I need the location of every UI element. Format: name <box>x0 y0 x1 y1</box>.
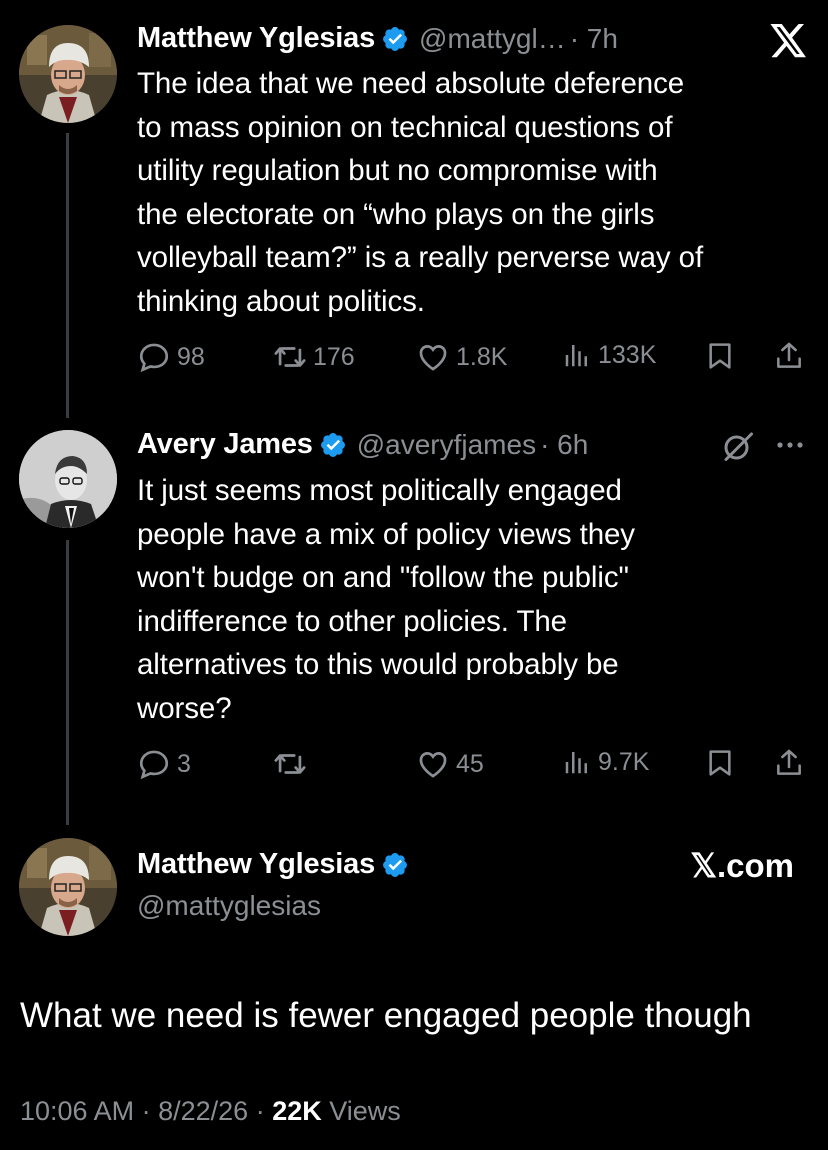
thread-line <box>66 133 69 418</box>
reply-count: 98 <box>177 342 205 371</box>
bookmark-button[interactable] <box>704 747 742 779</box>
reply-icon <box>137 340 171 374</box>
tweet-meta: 10:06 AM · 8/22/26 · 22K Views <box>20 1096 401 1127</box>
repost-count: 176 <box>313 342 355 371</box>
reply-button[interactable]: 98 <box>137 340 205 374</box>
repost-icon <box>273 747 307 781</box>
reply-icon <box>137 747 171 781</box>
share-icon <box>773 747 805 779</box>
tweet-text: It just seems most politically engaged p… <box>137 474 635 725</box>
author-name[interactable]: Matthew Yglesias <box>137 22 375 55</box>
verified-badge-icon <box>381 851 409 879</box>
tweet-timestamp[interactable]: 10:06 AM <box>20 1096 134 1126</box>
tweet-2-header: Avery James @averyfjames · 6h <box>137 428 588 461</box>
tweet-2-actions: 3 45 9.7K <box>137 747 817 787</box>
like-count: 1.8K <box>456 342 508 371</box>
like-button[interactable]: 1.8K <box>416 340 507 374</box>
thread-line <box>66 540 69 825</box>
tweet-time[interactable]: · 6h <box>540 429 588 461</box>
verified-badge-icon <box>381 25 409 53</box>
reply-count: 3 <box>177 749 191 778</box>
views-count: 9.7K <box>598 747 650 776</box>
avatar-matthew-yglesias[interactable] <box>19 25 117 123</box>
like-button[interactable]: 45 <box>416 747 484 781</box>
repost-icon <box>273 340 307 374</box>
reply-button[interactable]: 3 <box>137 747 191 781</box>
source-label: 𝕏.com <box>690 847 794 884</box>
separator: · <box>141 1096 159 1126</box>
avatar-matthew-yglesias[interactable] <box>19 838 117 936</box>
author-handle[interactable]: @mattygl… <box>419 23 566 55</box>
repost-button[interactable] <box>273 747 313 781</box>
share-button[interactable] <box>773 340 811 372</box>
views-count: 22K <box>272 1096 322 1126</box>
views-label: Views <box>329 1096 401 1126</box>
avatar-avery-james[interactable] <box>19 430 117 528</box>
share-icon <box>773 340 805 372</box>
repost-button[interactable]: 176 <box>273 340 355 374</box>
author-name[interactable]: Avery James <box>137 428 313 461</box>
verified-badge-icon <box>319 431 347 459</box>
like-count: 45 <box>456 749 484 778</box>
views-chart-icon <box>562 340 592 370</box>
heart-icon <box>416 747 450 781</box>
x-logo-icon[interactable] <box>770 24 808 63</box>
tweet-date[interactable]: 8/22/26 <box>158 1096 248 1126</box>
grok-icon[interactable] <box>720 428 756 469</box>
separator: · <box>255 1096 273 1126</box>
bookmark-icon <box>704 340 736 372</box>
author-handle[interactable]: @mattyglesias <box>137 890 321 922</box>
tweet-time[interactable]: · 7h <box>570 23 618 55</box>
heart-icon <box>416 340 450 374</box>
bookmark-icon <box>704 747 736 779</box>
main-tweet-text: What we need is fewer engaged people tho… <box>20 996 752 1035</box>
tweet-1-header: Matthew Yglesias @mattygl… · 7h <box>137 22 618 55</box>
more-icon[interactable] <box>776 438 804 457</box>
author-handle[interactable]: @averyfjames <box>357 429 536 461</box>
tweet-1-actions: 98 176 1.8K 133K <box>137 340 817 380</box>
tweet-text: The idea that we need absolute deference… <box>137 67 704 318</box>
share-button[interactable] <box>773 747 811 779</box>
author-name[interactable]: Matthew Yglesias <box>137 848 375 881</box>
views-button[interactable]: 133K <box>562 340 656 370</box>
views-count: 133K <box>598 340 657 369</box>
main-tweet-header: Matthew Yglesias <box>137 848 409 881</box>
views-chart-icon <box>562 747 592 777</box>
views-button[interactable]: 9.7K <box>562 747 649 777</box>
bookmark-button[interactable] <box>704 340 742 372</box>
